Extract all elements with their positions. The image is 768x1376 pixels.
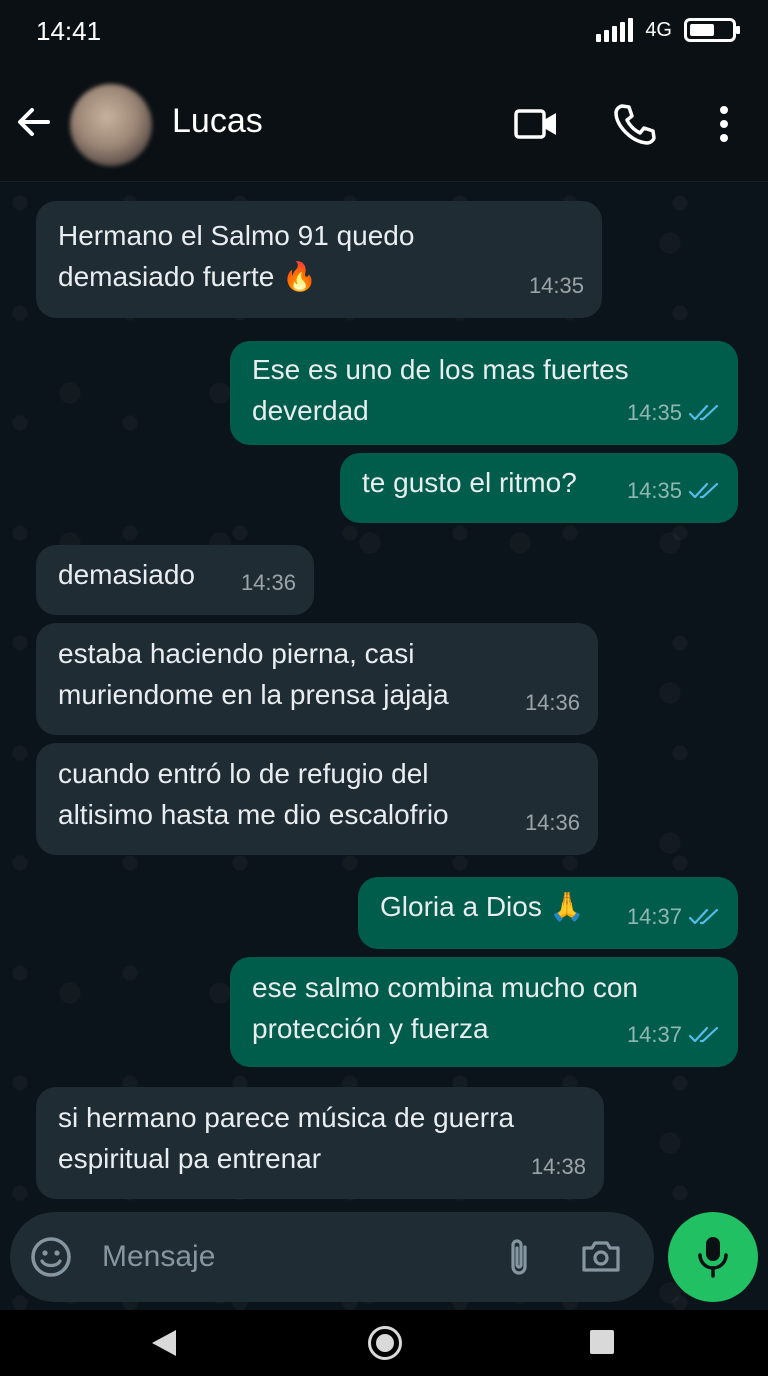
message-time: 14:37 xyxy=(626,1022,682,1047)
message-text: estaba haciendo pierna, casi muriendome … xyxy=(58,638,449,710)
message-incoming[interactable]: estaba haciendo pierna, casi muriendome … xyxy=(36,623,598,735)
status-indicators: 4G xyxy=(596,18,740,42)
message-incoming[interactable]: Hermano el Salmo 91 quedo demasiado fuer… xyxy=(36,201,602,318)
message-incoming[interactable]: si hermano parece música de guerra espir… xyxy=(36,1087,604,1199)
network-type: 4G xyxy=(645,18,672,41)
message-outgoing[interactable]: Ese es uno de los mas fuertes deverdad 1… xyxy=(230,341,738,445)
message-time: 14:36 xyxy=(524,690,580,715)
read-receipt-icon xyxy=(688,908,719,924)
attach-icon[interactable] xyxy=(496,1234,542,1280)
status-bar: 14:41 4G xyxy=(0,0,768,64)
nav-recents-icon[interactable] xyxy=(590,1330,614,1354)
read-receipt-icon xyxy=(688,482,719,498)
emoji-icon[interactable] xyxy=(28,1234,74,1280)
contact-name[interactable]: Lucas xyxy=(172,102,263,141)
avatar[interactable] xyxy=(70,84,152,166)
message-time: 14:35 xyxy=(626,400,682,425)
message-text: cuando entró lo de refugio del altisimo … xyxy=(58,758,449,830)
system-nav-bar xyxy=(0,1310,768,1376)
message-time: 14:37 xyxy=(626,904,682,929)
read-receipt-icon xyxy=(688,404,719,420)
message-outgoing[interactable]: ese salmo combina mucho con protección y… xyxy=(230,957,738,1067)
message-time: 14:36 xyxy=(524,810,580,835)
message-incoming[interactable]: demasiado 14:36 xyxy=(36,545,314,615)
nav-back-icon[interactable] xyxy=(152,1330,176,1356)
voice-call-icon[interactable] xyxy=(610,100,658,148)
message-text: si hermano parece música de guerra espir… xyxy=(58,1102,515,1174)
message-outgoing[interactable]: Gloria a Dios 🙏 14:37 xyxy=(358,877,738,949)
chat-header: Lucas xyxy=(0,64,768,182)
mic-button[interactable] xyxy=(668,1212,758,1302)
message-text: Hermano el Salmo 91 quedo demasiado fuer… xyxy=(58,220,415,292)
message-time: 14:35 xyxy=(626,478,682,503)
nav-home-icon[interactable] xyxy=(368,1326,402,1360)
message-time: 14:38 xyxy=(530,1154,586,1179)
message-time: 14:35 xyxy=(528,273,584,298)
camera-icon[interactable] xyxy=(578,1234,624,1280)
message-incoming[interactable]: cuando entró lo de refugio del altisimo … xyxy=(36,743,598,855)
message-input[interactable] xyxy=(102,1234,462,1280)
message-time: 14:36 xyxy=(240,570,296,595)
message-outgoing[interactable]: te gusto el ritmo? 14:35 xyxy=(340,453,738,523)
signal-icon xyxy=(596,18,634,42)
video-call-icon[interactable] xyxy=(512,100,560,148)
more-options-icon[interactable] xyxy=(700,100,748,148)
chat-area[interactable]: Hermano el Salmo 91 quedo demasiado fuer… xyxy=(0,183,768,1310)
status-time: 14:41 xyxy=(36,16,102,46)
read-receipt-icon xyxy=(688,1026,719,1042)
back-arrow-icon[interactable] xyxy=(14,102,54,142)
battery-level xyxy=(690,24,714,36)
message-composer xyxy=(10,1212,654,1302)
mic-icon xyxy=(698,1237,728,1278)
battery-icon xyxy=(684,18,740,42)
